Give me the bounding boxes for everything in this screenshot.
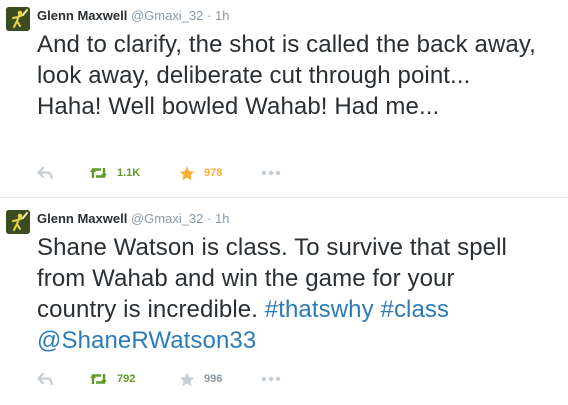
avatar[interactable] (6, 7, 30, 31)
mention-link[interactable]: @ShaneRWatson33 (37, 327, 256, 354)
avatar[interactable] (6, 210, 30, 234)
retweet-count: 1.1K (117, 167, 141, 179)
favorite-button[interactable]: 996 (179, 369, 222, 389)
tweet[interactable]: Glenn Maxwell @Gmaxi_32 · 1h And to clar… (0, 0, 568, 198)
retweet-count: 792 (117, 373, 136, 385)
retweet-button[interactable]: 792 (89, 369, 135, 389)
ellipsis-icon (261, 376, 281, 382)
retweet-button[interactable]: 1.1K (89, 163, 140, 183)
tweet[interactable]: Glenn Maxwell @Gmaxi_32 · 1h Shane Watso… (0, 203, 568, 401)
separator: · (207, 8, 212, 23)
star-icon (179, 166, 195, 180)
hashtag-link[interactable]: #thatswhy (265, 296, 374, 323)
ellipsis-icon (261, 170, 281, 176)
favorite-count: 996 (204, 373, 223, 385)
tweet-text: And to clarify, the shot is called the b… (37, 31, 536, 120)
reply-arrow-icon (37, 372, 53, 386)
cricket-player-avatar-icon (6, 210, 30, 234)
reply-button[interactable] (37, 163, 53, 183)
tweet-header: Glenn Maxwell @Gmaxi_32 · 1h (37, 210, 229, 227)
timestamp[interactable]: 1h (215, 211, 229, 226)
star-icon (179, 372, 195, 386)
timestamp[interactable]: 1h (215, 8, 229, 23)
author-name[interactable]: Glenn Maxwell (37, 8, 127, 23)
author-handle[interactable]: @Gmaxi_32 (131, 211, 203, 226)
separator: · (207, 211, 212, 226)
tweet-text: Shane Watson is class. To survive that s… (37, 232, 537, 356)
favorite-count: 978 (204, 167, 223, 179)
hashtag-link[interactable]: #class (381, 296, 450, 323)
cricket-player-avatar-icon (6, 7, 30, 31)
retweet-icon (90, 168, 107, 178)
favorite-button[interactable]: 978 (179, 163, 222, 183)
tweet-header: Glenn Maxwell @Gmaxi_32 · 1h (37, 7, 229, 24)
more-options-button[interactable] (261, 163, 281, 183)
author-handle[interactable]: @Gmaxi_32 (131, 8, 203, 23)
author-name[interactable]: Glenn Maxwell (37, 211, 127, 226)
retweet-icon (90, 374, 107, 384)
reply-arrow-icon (37, 166, 53, 180)
reply-button[interactable] (37, 369, 53, 389)
more-options-button[interactable] (261, 369, 281, 389)
